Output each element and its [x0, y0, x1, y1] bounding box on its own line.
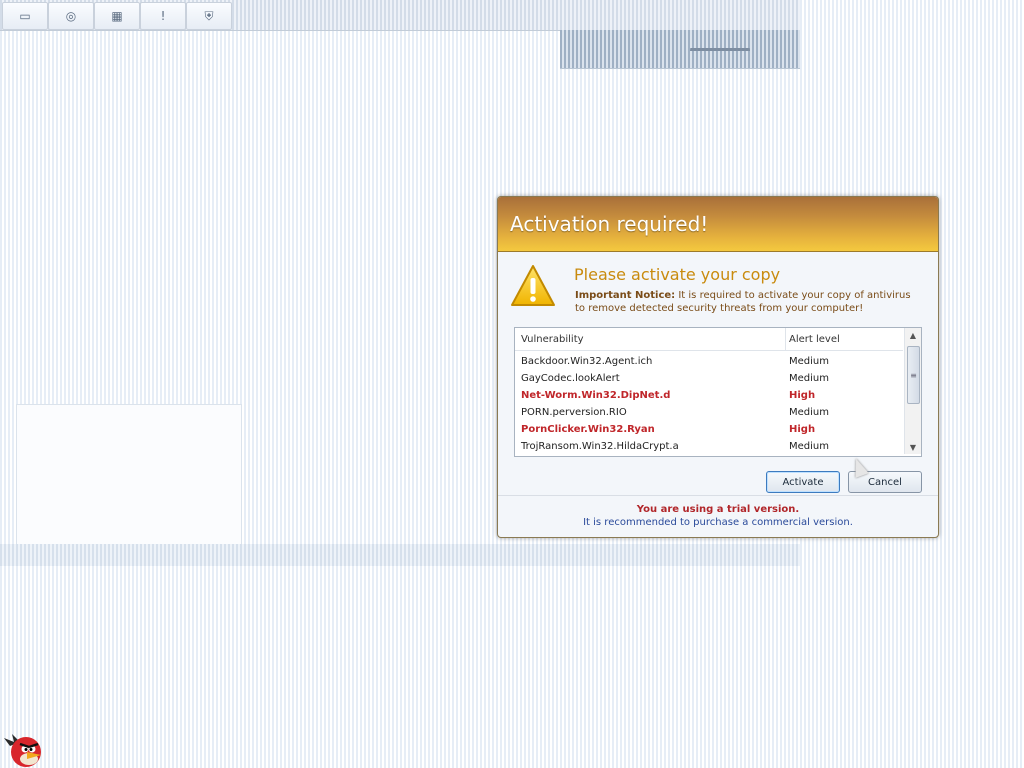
activation-dialog: Activation required! Please activate you… — [497, 196, 939, 538]
background-window-band — [0, 544, 800, 566]
eye-graphic — [690, 32, 750, 51]
column-divider — [785, 328, 786, 350]
table-row[interactable]: GayCodec.lookAlert Medium — [515, 370, 903, 387]
table-row[interactable]: PornClicker.Win32.Ryan High — [515, 421, 903, 438]
threats-table: Vulnerability Alert level Backdoor.Win32… — [514, 327, 922, 457]
scroll-up-arrow-icon[interactable]: ▲ — [905, 328, 921, 342]
footer-divider — [498, 495, 938, 496]
purchase-recommendation[interactable]: It is recommended to purchase a commerci… — [498, 517, 938, 528]
threat-level: High — [789, 390, 816, 401]
table-scrollbar[interactable]: ▲ ≡ ▼ — [904, 328, 921, 454]
threat-name: GayCodec.lookAlert — [521, 373, 620, 384]
alert-icon[interactable]: ! — [140, 2, 186, 30]
threat-name: PORN.perversion.RIO — [521, 407, 627, 418]
threat-name: Net-Worm.Win32.DipNet.d — [521, 390, 671, 401]
threat-level: Medium — [789, 373, 829, 384]
threat-name: PornClicker.Win32.Ryan — [521, 424, 655, 435]
table-row[interactable]: PORN.perversion.RIO Medium — [515, 404, 903, 421]
header-banner — [560, 30, 800, 69]
important-notice: Important Notice: It is required to acti… — [575, 289, 921, 315]
angry-bird-icon[interactable] — [4, 728, 48, 768]
threat-level: Medium — [789, 441, 829, 452]
column-header-vulnerability[interactable]: Vulnerability — [521, 334, 584, 345]
threat-name: Backdoor.Win32.Agent.ich — [521, 356, 653, 367]
threat-level: Medium — [789, 356, 829, 367]
table-row[interactable]: TrojRansom.Win32.HildaCrypt.a Medium — [515, 438, 903, 455]
calendar-icon[interactable]: ▦ — [94, 2, 140, 30]
dialog-title: Activation required! — [498, 197, 938, 252]
table-row[interactable]: Net-Worm.Win32.DipNet.d High — [515, 387, 903, 404]
browser-icon[interactable]: ◎ — [48, 2, 94, 30]
shield-icon[interactable]: ⛨ — [186, 2, 232, 30]
activate-button[interactable]: Activate — [766, 471, 840, 493]
trial-notice: You are using a trial version. — [636, 504, 800, 515]
notice-label: Important Notice: — [575, 290, 676, 301]
dialog-heading: Please activate your copy — [574, 265, 781, 284]
background-window-panel — [16, 404, 242, 546]
threat-level: High — [789, 424, 816, 435]
threat-name: TrojRansom.Win32.HildaCrypt.a — [521, 441, 679, 452]
warning-icon — [511, 265, 555, 306]
table-row[interactable]: Backdoor.Win32.Agent.ich Medium — [515, 353, 903, 370]
table-header: Vulnerability Alert level — [515, 328, 903, 351]
threat-level: Medium — [789, 407, 829, 418]
folder-icon[interactable]: ▭ — [2, 2, 48, 30]
column-header-alert-level[interactable]: Alert level — [789, 334, 840, 345]
scroll-thumb[interactable]: ≡ — [907, 346, 920, 404]
top-toolbar: ▭ ◎ ▦ ! ⛨ — [0, 0, 800, 31]
scroll-down-arrow-icon[interactable]: ▼ — [905, 440, 921, 454]
